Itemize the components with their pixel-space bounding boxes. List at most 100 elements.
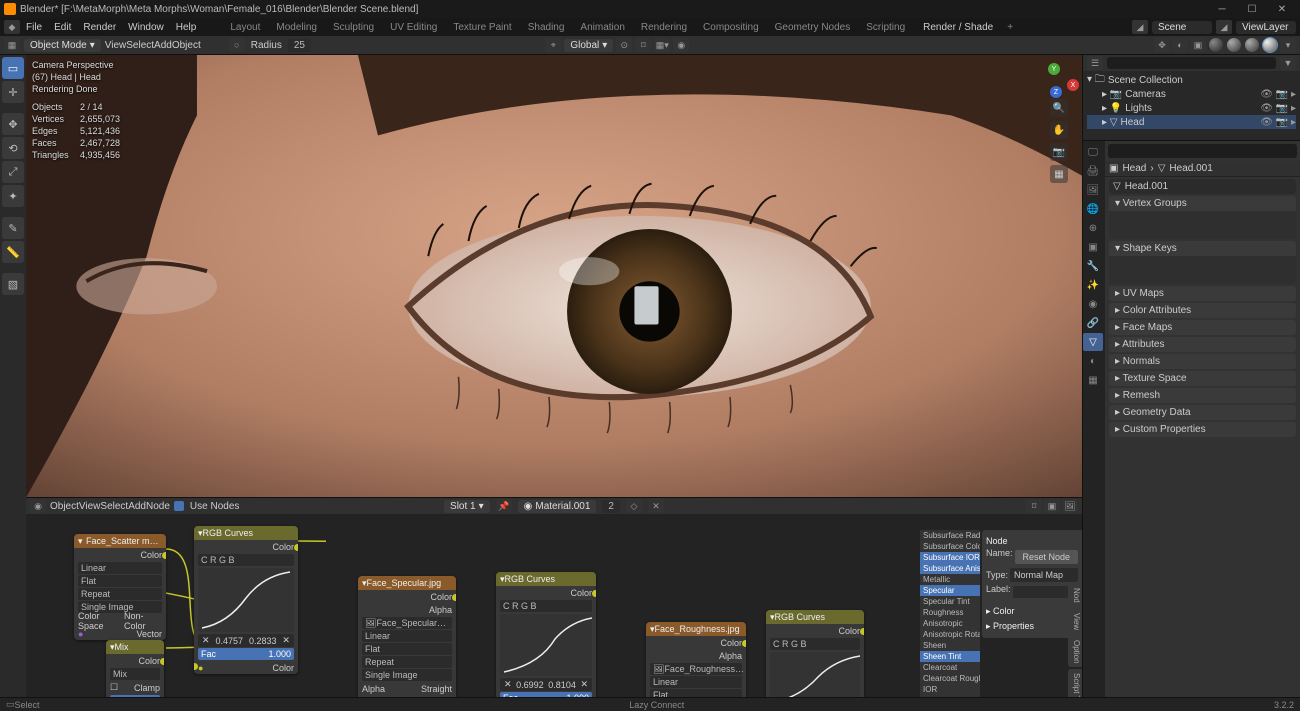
workspace-tab[interactable]: Scripting (858, 21, 913, 34)
workspace-tab[interactable]: Animation (572, 21, 632, 34)
workspace-tab[interactable]: Sculpting (325, 21, 382, 34)
proportional-icon[interactable]: ◉ (673, 38, 689, 52)
use-nodes-check[interactable] (174, 501, 184, 511)
workspace-tab[interactable]: Texture Paint (445, 21, 519, 34)
tool-icon[interactable]: ○ (229, 38, 245, 52)
transform-tool[interactable]: ✦ (2, 185, 24, 207)
sidebar-vtab[interactable]: Option (1068, 636, 1082, 668)
menu-render[interactable]: Render (77, 22, 122, 33)
bsdf-input[interactable]: Anisotropic Rotat (920, 629, 980, 640)
pan-icon[interactable]: ✋ (1050, 121, 1068, 139)
node-dropdown[interactable]: Flat (362, 643, 452, 655)
panel-header[interactable]: ▸ Attributes (1109, 337, 1296, 352)
panel-header[interactable]: ▾ Vertex Groups (1109, 196, 1296, 211)
viewport-menu[interactable]: Add (154, 40, 172, 51)
rendered-shading[interactable] (1262, 37, 1278, 53)
ne-snap-icon[interactable]: ⌑ (1026, 499, 1042, 513)
panel-header[interactable]: ▸ Face Maps (1109, 320, 1296, 335)
node-editor-type-icon[interactable]: ◉ (30, 499, 46, 513)
reset-node-button[interactable]: Reset Node (1015, 550, 1078, 564)
panel-header[interactable]: ▸ Color Attributes (1109, 303, 1296, 318)
bsdf-input[interactable]: Sheen Tint (920, 651, 980, 662)
node-dropdown[interactable]: Flat (650, 689, 742, 697)
workspace-tab[interactable]: Rendering (633, 21, 695, 34)
panel-header[interactable]: ▸ UV Maps (1109, 286, 1296, 301)
mode-dropdown[interactable]: Object Mode▾ (24, 39, 101, 52)
bsdf-input[interactable]: Subsurface Radius (920, 530, 980, 541)
menu-file[interactable]: File (20, 22, 48, 33)
node-dropdown[interactable]: Repeat (78, 588, 162, 600)
add-workspace-button[interactable]: + (1001, 21, 1019, 34)
bsdf-input[interactable]: Metallic (920, 574, 980, 585)
node-header-img-specular[interactable]: ▾ Face_Specular.jpg (358, 576, 456, 590)
props-tab-particle[interactable]: ✨ (1083, 276, 1103, 294)
solid-shading[interactable] (1226, 37, 1242, 53)
sidebar-vtab[interactable]: Nod (1068, 584, 1082, 607)
snap-icon[interactable]: ⌑ (635, 38, 651, 52)
props-tab-physics[interactable]: ◉ (1083, 295, 1103, 313)
node-header-mix[interactable]: ▾ Mix (106, 640, 164, 654)
node-canvas[interactable]: ▾ Face_Scatter m… Color LinearFlatRepeat… (26, 514, 1082, 697)
wireframe-shading[interactable] (1208, 37, 1224, 53)
outliner-search[interactable] (1107, 57, 1276, 69)
node-header-rgb2[interactable]: ▾ RGB Curves (496, 572, 596, 586)
node-dropdown[interactable]: Repeat (362, 656, 452, 668)
node-header-image-scatter[interactable]: ▾ Face_Scatter m… (74, 534, 166, 548)
node-dropdown[interactable]: Flat (78, 575, 162, 587)
crumb-data[interactable]: Head.001 (1169, 163, 1212, 174)
sidebar-vtab[interactable]: View (1068, 609, 1082, 634)
workspace-tab[interactable]: Geometry Nodes (767, 21, 859, 34)
sidebar-vtab[interactable]: Script To Butto (1068, 669, 1082, 697)
props-tab-scene[interactable]: 🌐 (1083, 200, 1103, 218)
annotate-tool[interactable]: ✎ (2, 217, 24, 239)
props-tab-render[interactable]: 🖵 (1083, 143, 1103, 161)
bsdf-input[interactable]: Clearcoat Roughn (920, 673, 980, 684)
perspective-icon[interactable]: ▦ (1050, 165, 1068, 183)
viewport-menu[interactable]: View (105, 40, 127, 51)
panel-header[interactable]: ▸ Custom Properties (1109, 422, 1296, 437)
viewlayer-field[interactable]: ViewLayer (1236, 21, 1296, 34)
select-tool[interactable]: ▭ (2, 57, 24, 79)
move-tool[interactable]: ✥ (2, 113, 24, 135)
node-menu[interactable]: Node (146, 501, 170, 512)
props-tab-viewlayer[interactable]: 🖼 (1083, 181, 1103, 199)
ne-overlay-icon[interactable]: ▣ (1044, 499, 1060, 513)
orientation-dropdown[interactable]: Global▾ (564, 39, 613, 52)
curve-widget-2[interactable] (500, 614, 592, 676)
props-tab-data[interactable]: ▽ (1083, 333, 1103, 351)
camera-view-icon[interactable]: 📷 (1050, 143, 1068, 161)
node-dropdown[interactable]: Linear (78, 562, 162, 574)
curve-widget-3[interactable] (770, 652, 860, 697)
node-menu[interactable]: Select (100, 501, 128, 512)
props-tab-modifier[interactable]: 🔧 (1083, 257, 1103, 275)
slot-dropdown[interactable]: Slot 1 ▾ (444, 500, 490, 513)
props-tab-output[interactable]: 🖨 (1083, 162, 1103, 180)
workspace-tab[interactable]: Compositing (695, 21, 767, 34)
maximize-button[interactable]: ☐ (1238, 1, 1266, 17)
material-users[interactable]: 2 (602, 500, 620, 513)
pin-icon[interactable]: 📌 (496, 499, 512, 513)
nav-gizmo[interactable]: X Y Z (1042, 61, 1076, 95)
viewport-menu[interactable]: Object (172, 40, 201, 51)
bsdf-input[interactable]: Sheen (920, 640, 980, 651)
bsdf-input[interactable]: Clearcoat (920, 662, 980, 673)
orientation-icon[interactable]: ⌖ (545, 38, 561, 52)
panel-header[interactable]: ▸ Geometry Data (1109, 405, 1296, 420)
gizmo-icon[interactable]: ✥ (1154, 38, 1170, 52)
mesh-name-field[interactable]: ▽ Head.001 (1109, 179, 1296, 194)
editor-type-icon[interactable]: ▦ (4, 38, 20, 52)
snap-type-icon[interactable]: ▦▾ (654, 38, 670, 52)
pivot-icon[interactable]: ⊙ (616, 38, 632, 52)
ne-backdrop-icon[interactable]: 🖼 (1062, 499, 1078, 513)
outliner-type-icon[interactable]: ☰ (1087, 56, 1103, 70)
add-tool[interactable]: ▧ (2, 273, 24, 295)
outliner-item[interactable]: ▸ 📷 Cameras👁 📷 ▸ (1087, 87, 1296, 101)
node-menu[interactable]: Add (128, 501, 146, 512)
workspace-tab[interactable]: Modeling (268, 21, 325, 34)
menu-window[interactable]: Window (122, 22, 170, 33)
shading-dropdown-icon[interactable]: ▾ (1280, 38, 1296, 52)
workspace-tab[interactable]: UV Editing (382, 21, 445, 34)
props-tab-constraint[interactable]: 🔗 (1083, 314, 1103, 332)
filter-icon[interactable]: ▼ (1280, 56, 1296, 70)
menu-help[interactable]: Help (170, 22, 203, 33)
